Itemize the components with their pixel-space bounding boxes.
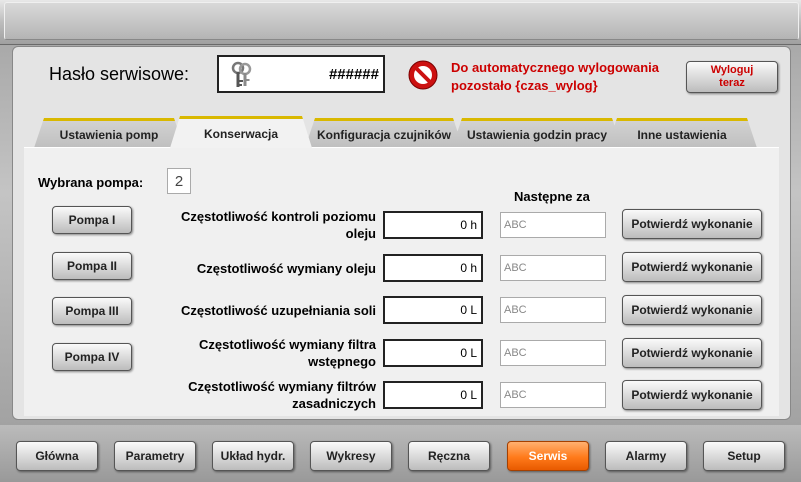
main-filter-change-label: Częstotliwość wymiany filtrów zasadniczy… [160, 378, 376, 412]
salt-refill-next: ABC [500, 297, 606, 323]
keys-icon [231, 61, 252, 87]
oil-change-next: ABC [500, 255, 606, 281]
nav-manual[interactable]: Ręczna [408, 441, 490, 471]
logout-button-line1: Wyloguj [710, 64, 754, 76]
label-line2: wstępnego [308, 354, 376, 369]
top-frame-inner [4, 2, 799, 40]
nav-main[interactable]: Główna [16, 441, 98, 471]
label-line1: Częstotliwość uzupełniania soli [180, 303, 376, 318]
prefilter-change-confirm-button[interactable]: Potwierdź wykonanie [622, 338, 762, 368]
oil-level-check-next: ABC [500, 212, 606, 238]
logout-button-line2: teraz [719, 77, 745, 89]
salt-refill-input[interactable]: 0 L [383, 296, 483, 324]
nav-setup[interactable]: Setup [703, 441, 785, 471]
nav-charts[interactable]: Wykresy [310, 441, 392, 471]
auto-logout-message: Do automatycznego wylogowania pozostało … [451, 59, 681, 95]
label-line1: Częstotliwość wymiany filtra [199, 337, 376, 352]
tab-pump-settings[interactable]: Ustawienia pomp [34, 118, 184, 148]
password-value: ###### [328, 66, 379, 83]
tab-maintenance[interactable]: Konserwacja [170, 116, 312, 148]
pump-4-button[interactable]: Pompa IV [52, 343, 132, 371]
auto-logout-line1: Do automatycznego wylogowania [451, 60, 660, 75]
selected-pump-value: 2 [167, 168, 191, 194]
password-field[interactable]: ###### [217, 55, 385, 93]
next-due-header: Następne za [514, 189, 590, 204]
tab-label: Inne ustawienia [637, 127, 727, 142]
tab-label: Konserwacja [203, 126, 279, 141]
tab-label: Ustawienia godzin pracy [466, 127, 608, 142]
oil-change-label: Częstotliwość wymiany oleju [160, 260, 376, 277]
auto-logout-line2: pozostało {czas_wylog} [451, 78, 598, 93]
top-frame [0, 0, 801, 45]
pump-3-button[interactable]: Pompa III [52, 297, 132, 325]
tab-label: Ustawienia pomp [59, 127, 159, 142]
pump-2-button[interactable]: Pompa II [52, 252, 132, 280]
tab-sensor-config[interactable]: Konfiguracja czujników [305, 118, 463, 148]
prefilter-change-label: Częstotliwość wymiany filtra wstępnego [160, 336, 376, 370]
oil-level-check-label: Częstotliwość kontroli poziomu oleju [160, 208, 376, 242]
selected-pump-label: Wybrana pompa: [38, 175, 144, 190]
nav-service[interactable]: Serwis [507, 441, 589, 471]
salt-refill-label: Częstotliwość uzupełniania soli [160, 302, 376, 319]
label-line1: Częstotliwość wymiany filtrów [188, 379, 376, 394]
logout-now-button[interactable]: Wyloguj teraz [686, 61, 778, 93]
label-line1: Częstotliwość wymiany oleju [196, 261, 376, 276]
main-filter-change-confirm-button[interactable]: Potwierdź wykonanie [622, 380, 762, 410]
salt-refill-confirm-button[interactable]: Potwierdź wykonanie [622, 295, 762, 325]
main-filter-change-input[interactable]: 0 L [383, 381, 483, 409]
tab-other-settings[interactable]: Inne ustawienia [607, 118, 757, 148]
nav-hydraulic-layout[interactable]: Układ hydr. [212, 441, 294, 471]
oil-change-input[interactable]: 0 h [383, 254, 483, 282]
pump-1-button[interactable]: Pompa I [52, 206, 132, 234]
oil-change-confirm-button[interactable]: Potwierdź wykonanie [622, 252, 762, 282]
no-entry-icon [408, 60, 438, 90]
oil-level-check-input[interactable]: 0 h [383, 211, 483, 239]
prefilter-change-next: ABC [500, 340, 606, 366]
label-line2: zasadniczych [292, 396, 376, 411]
nav-alarms[interactable]: Alarmy [605, 441, 687, 471]
tab-label: Konfiguracja czujników [316, 127, 451, 142]
main-filter-change-next: ABC [500, 382, 606, 408]
password-label: Hasło serwisowe: [49, 64, 190, 84]
nav-parameters[interactable]: Parametry [114, 441, 196, 471]
label-line2: oleju [345, 226, 376, 241]
label-line1: Częstotliwość kontroli poziomu [180, 209, 376, 224]
oil-level-check-confirm-button[interactable]: Potwierdź wykonanie [622, 209, 762, 239]
prefilter-change-input[interactable]: 0 L [383, 339, 483, 367]
tab-working-hours[interactable]: Ustawienia godzin pracy [452, 118, 622, 148]
